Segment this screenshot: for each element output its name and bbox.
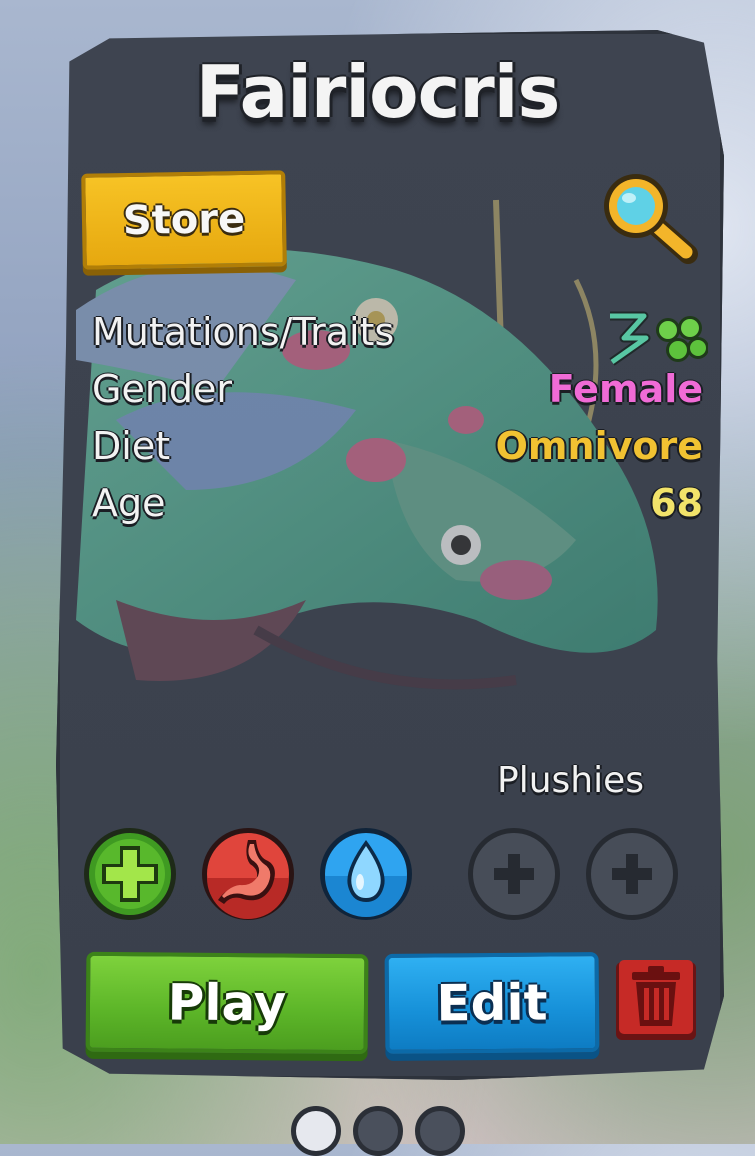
green-cluster-icon — [656, 316, 708, 362]
play-button-label: Play — [167, 973, 287, 1033]
store-button[interactable]: Store — [81, 170, 287, 270]
edit-button-label: Edit — [436, 973, 548, 1033]
pagination-dots — [0, 1106, 755, 1156]
stat-label-diet: Diet — [92, 424, 171, 468]
hunger-button[interactable] — [200, 826, 296, 922]
magnifier-icon[interactable] — [596, 168, 700, 264]
stat-label-mutations: Mutations/Traits — [92, 310, 395, 354]
stat-value-gender: Female — [548, 367, 703, 411]
plushie-slot-2[interactable] — [584, 826, 680, 922]
edit-button[interactable]: Edit — [384, 952, 600, 1054]
stat-value-diet: Omnivore — [495, 424, 703, 468]
store-button-label: Store — [122, 195, 246, 245]
mutation-traits-icons[interactable] — [604, 310, 708, 366]
page-dot-1[interactable] — [290, 1106, 341, 1156]
play-button[interactable]: Play — [85, 951, 369, 1055]
trash-icon — [632, 966, 680, 1026]
plushie-slot-1[interactable] — [466, 826, 562, 922]
page-dot-3[interactable] — [414, 1106, 465, 1156]
health-button[interactable] — [82, 826, 178, 922]
stat-label-age: Age — [92, 481, 166, 525]
page-dot-2[interactable] — [352, 1106, 403, 1156]
plushies-label: Plushies — [497, 760, 645, 801]
stat-label-gender: Gender — [92, 367, 233, 411]
thirst-button[interactable] — [318, 826, 414, 922]
stat-value-age: 68 — [650, 481, 703, 525]
creature-name-title: Fairiocris — [195, 50, 561, 134]
mutation-helix-icon — [609, 311, 651, 366]
delete-button[interactable] — [614, 956, 698, 1044]
